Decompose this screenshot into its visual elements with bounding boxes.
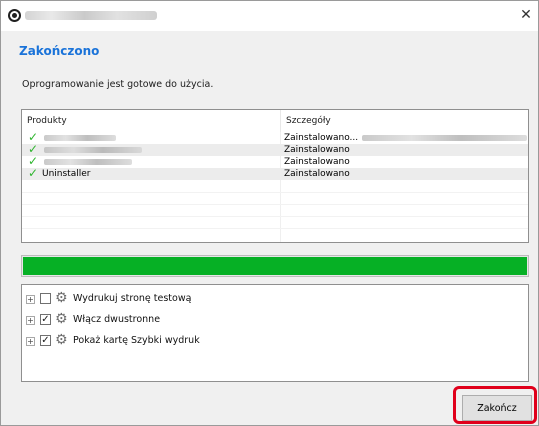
- show-quick-print-tab-checkbox[interactable]: ✓: [40, 335, 51, 346]
- table-row[interactable]: ✓ Zainstalowano: [22, 155, 528, 168]
- close-button[interactable]: ✕: [518, 7, 534, 23]
- product-cell: ✓: [22, 131, 280, 144]
- enable-duplex-checkbox[interactable]: ✓: [40, 314, 51, 325]
- app-logo-icon: [8, 9, 21, 22]
- progress-bar: [21, 255, 529, 277]
- product-name-redacted: [44, 135, 116, 141]
- option-show-quick-print-tab[interactable]: + ✓ ⚙ Pokaż kartę Szybki wydruk: [22, 332, 522, 348]
- page-title: Zakończono: [19, 44, 100, 58]
- row-divider: [22, 192, 528, 193]
- option-enable-duplex[interactable]: + ✓ ⚙ Włącz dwustronne: [22, 311, 522, 327]
- progress-bar-fill: [23, 257, 527, 275]
- window-title-redacted: [25, 11, 157, 20]
- expand-icon[interactable]: +: [26, 295, 35, 304]
- status-cell: Zainstalowano: [284, 168, 528, 180]
- row-divider: [22, 204, 528, 205]
- product-name-redacted: [44, 147, 142, 153]
- column-header-products[interactable]: Produkty: [22, 110, 280, 132]
- status-detail-redacted: [362, 135, 527, 141]
- finish-button[interactable]: Zakończ: [462, 395, 532, 421]
- expand-icon[interactable]: +: [26, 316, 35, 325]
- gear-icon: ⚙: [55, 290, 68, 306]
- product-name-redacted: [44, 159, 132, 165]
- option-label: Pokaż kartę Szybki wydruk: [73, 335, 200, 346]
- row-divider: [22, 228, 528, 229]
- status-cell: Zainstalowano...: [284, 132, 528, 144]
- status-text: Zainstalowano: [284, 145, 350, 155]
- option-label: Wydrukuj stronę testową: [73, 293, 192, 304]
- status-text: Zainstalowano: [284, 157, 350, 167]
- table-row[interactable]: ✓ Zainstalowano...: [22, 131, 528, 144]
- installer-window: ✕ Zakończono Oprogramowanie jest gotowe …: [0, 0, 539, 426]
- gear-icon: ⚙: [55, 332, 68, 348]
- title-bar: ✕: [1, 1, 538, 31]
- product-cell: ✓: [22, 155, 280, 168]
- expand-icon[interactable]: +: [26, 337, 35, 346]
- status-text: Zainstalowano...: [284, 133, 359, 143]
- product-list[interactable]: Produkty Szczegóły ✓ Zainstalowano... ✓ …: [21, 109, 529, 243]
- option-label: Włącz dwustronne: [73, 314, 161, 325]
- product-name: Uninstaller: [42, 169, 91, 179]
- gear-icon: ⚙: [55, 311, 68, 327]
- check-icon: ✓: [28, 166, 39, 180]
- row-divider: [22, 216, 528, 217]
- status-cell: Zainstalowano: [284, 144, 528, 156]
- status-message: Oprogramowanie jest gotowe do użycia.: [22, 79, 214, 90]
- product-cell: ✓ Uninstaller: [22, 166, 280, 180]
- status-cell: Zainstalowano: [284, 156, 528, 168]
- table-row[interactable]: ✓ Uninstaller Zainstalowano: [22, 166, 528, 180]
- table-row[interactable]: ✓ Zainstalowano: [22, 143, 528, 156]
- column-header-details[interactable]: Szczegóły: [280, 110, 528, 132]
- options-tree[interactable]: + ⚙ Wydrukuj stronę testową + ✓ ⚙ Włącz …: [21, 284, 529, 382]
- product-cell: ✓: [22, 143, 280, 156]
- option-print-test-page[interactable]: + ⚙ Wydrukuj stronę testową: [22, 290, 522, 306]
- print-test-page-checkbox[interactable]: [40, 293, 51, 304]
- status-text: Zainstalowano: [284, 169, 350, 179]
